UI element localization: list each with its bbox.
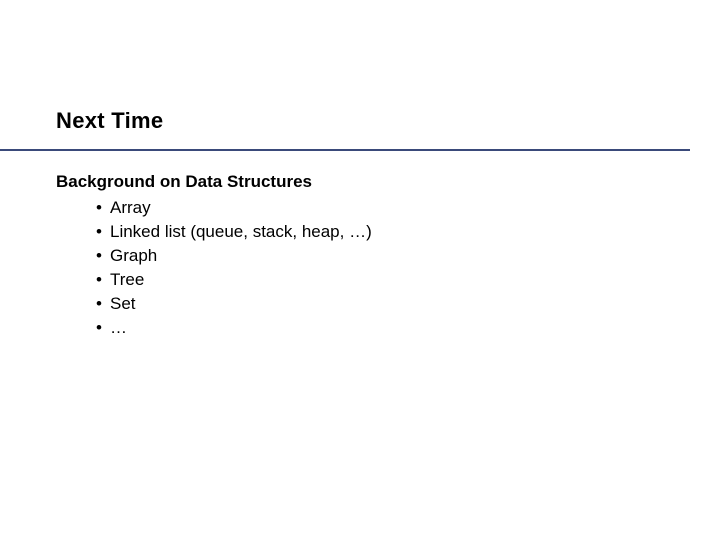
list-item: Set <box>96 292 372 316</box>
section-heading: Background on Data Structures <box>56 170 372 194</box>
bullet-list: Array Linked list (queue, stack, heap, …… <box>56 196 372 340</box>
horizontal-rule <box>0 149 690 151</box>
slide-title: Next Time <box>56 108 163 134</box>
list-item: Tree <box>96 268 372 292</box>
list-item: Array <box>96 196 372 220</box>
list-item: Linked list (queue, stack, heap, …) <box>96 220 372 244</box>
slide-content: Background on Data Structures Array Link… <box>56 170 372 340</box>
list-item: Graph <box>96 244 372 268</box>
slide: Next Time Background on Data Structures … <box>0 0 720 540</box>
list-item: … <box>96 316 372 340</box>
